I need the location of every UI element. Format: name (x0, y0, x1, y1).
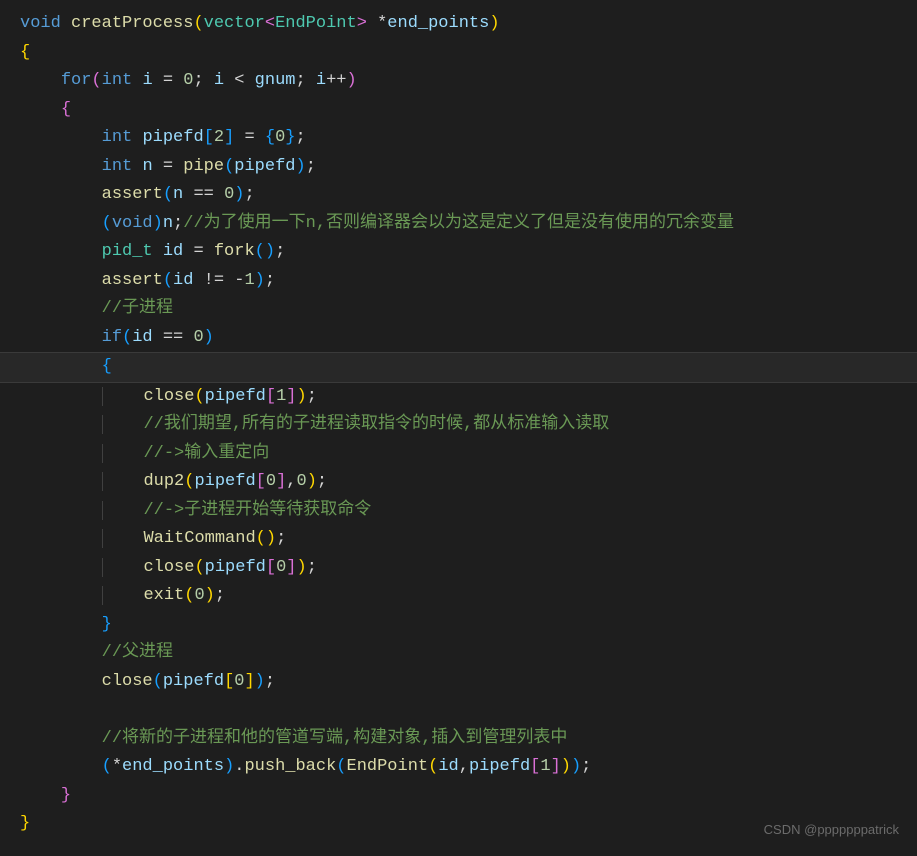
variable: pipefd (205, 387, 266, 406)
comment: //父进程 (102, 643, 173, 662)
variable: i (142, 71, 152, 90)
variable: pipefd (205, 558, 266, 577)
function-call: exit (143, 586, 184, 605)
code-line: for(int i = 0; i < gnum; i++) (20, 67, 917, 96)
number: 0 (183, 71, 193, 90)
type: pid_t (102, 242, 153, 261)
variable: id (132, 328, 152, 347)
code-line: if(id == 0) (20, 324, 917, 353)
code-line: pid_t id = fork(); (20, 238, 917, 267)
code-line: //父进程 (20, 639, 917, 668)
number: 1 (540, 757, 550, 776)
variable: gnum (255, 71, 296, 90)
code-line: //->子进程开始等待获取命令 (20, 497, 917, 526)
keyword: void (112, 214, 153, 233)
code-line: (*end_points).push_back(EndPoint(id,pipe… (20, 753, 917, 782)
variable: pipefd (163, 672, 224, 691)
variable: id (438, 757, 458, 776)
variable: i (214, 71, 224, 90)
type: vector (204, 14, 265, 33)
code-line: { (20, 39, 917, 68)
operator: ++ (326, 71, 346, 90)
function-call: close (143, 387, 194, 406)
number: 2 (214, 128, 224, 147)
code-line: //子进程 (20, 295, 917, 324)
keyword: if (102, 328, 122, 347)
code-line: close(pipefd[0]); (20, 554, 917, 583)
variable: n (142, 157, 152, 176)
function-call: WaitCommand (143, 529, 255, 548)
function-call: EndPoint (347, 757, 429, 776)
punct: ; (193, 71, 213, 90)
operator: < (224, 71, 255, 90)
keyword: int (102, 157, 133, 176)
code-line: assert(id != -1); (20, 267, 917, 296)
code-line: close(pipefd[0]); (20, 668, 917, 697)
function-call: push_back (244, 757, 336, 776)
code-line: //将新的子进程和他的管道写端,构建对象,插入到管理列表中 (20, 725, 917, 754)
variable: id (163, 242, 183, 261)
code-line-current: { (0, 352, 917, 383)
function-call: close (102, 672, 153, 691)
variable: pipefd (194, 472, 255, 491)
code-line: assert(n == 0); (20, 181, 917, 210)
variable: pipefd (142, 128, 203, 147)
code-line (20, 696, 917, 725)
number: 1 (244, 271, 254, 290)
code-line: exit(0); (20, 582, 917, 611)
variable: pipefd (234, 157, 295, 176)
code-line: (void)n;//为了使用一下n,否则编译器会以为这是定义了但是没有使用的冗余… (20, 210, 917, 239)
variable: pipefd (469, 757, 530, 776)
code-line: void creatProcess(vector<EndPoint> *end_… (20, 10, 917, 39)
code-line: } (20, 782, 917, 811)
function-name: creatProcess (71, 14, 193, 33)
number: 0 (296, 472, 306, 491)
function-call: dup2 (143, 472, 184, 491)
code-line: //我们期望,所有的子进程读取指令的时候,都从标准输入读取 (20, 411, 917, 440)
parameter: end_points (387, 14, 489, 33)
number: 0 (194, 586, 204, 605)
code-line: int pipefd[2] = {0}; (20, 124, 917, 153)
keyword: int (102, 128, 133, 147)
variable: i (316, 71, 326, 90)
comment: //我们期望,所有的子进程读取指令的时候,都从标准输入读取 (143, 415, 609, 434)
comment: //子进程 (102, 299, 173, 318)
punct: ; (295, 71, 315, 90)
function-call: assert (102, 185, 163, 204)
comment: //->输入重定向 (143, 444, 269, 463)
number: 0 (266, 472, 276, 491)
code-line: } (20, 611, 917, 640)
code-editor[interactable]: void creatProcess(vector<EndPoint> *end_… (20, 10, 917, 839)
keyword: void (20, 14, 61, 33)
code-line: { (20, 96, 917, 125)
function-call: assert (102, 271, 163, 290)
type: EndPoint (275, 14, 357, 33)
variable: n (173, 185, 183, 204)
code-line: close(pipefd[1]); (20, 383, 917, 412)
code-line: int n = pipe(pipefd); (20, 153, 917, 182)
function-call: fork (214, 242, 255, 261)
code-line: dup2(pipefd[0],0); (20, 468, 917, 497)
number: 1 (276, 387, 286, 406)
keyword: for (61, 71, 92, 90)
variable: end_points (122, 757, 224, 776)
comment: //将新的子进程和他的管道写端,构建对象,插入到管理列表中 (102, 729, 568, 748)
watermark: CSDN @pppppppatrick (764, 816, 899, 845)
number: 0 (276, 558, 286, 577)
function-call: close (143, 558, 194, 577)
comment: //为了使用一下n,否则编译器会以为这是定义了但是没有使用的冗余变量 (183, 214, 734, 233)
variable: id (173, 271, 193, 290)
operator: = (153, 71, 184, 90)
variable: n (163, 214, 173, 233)
keyword: int (102, 71, 133, 90)
number: 0 (234, 672, 244, 691)
number: 0 (275, 128, 285, 147)
code-line: //->输入重定向 (20, 440, 917, 469)
comment: //->子进程开始等待获取命令 (143, 501, 371, 520)
number: 0 (224, 185, 234, 204)
number: 0 (193, 328, 203, 347)
code-line: WaitCommand(); (20, 525, 917, 554)
function-call: pipe (183, 157, 224, 176)
